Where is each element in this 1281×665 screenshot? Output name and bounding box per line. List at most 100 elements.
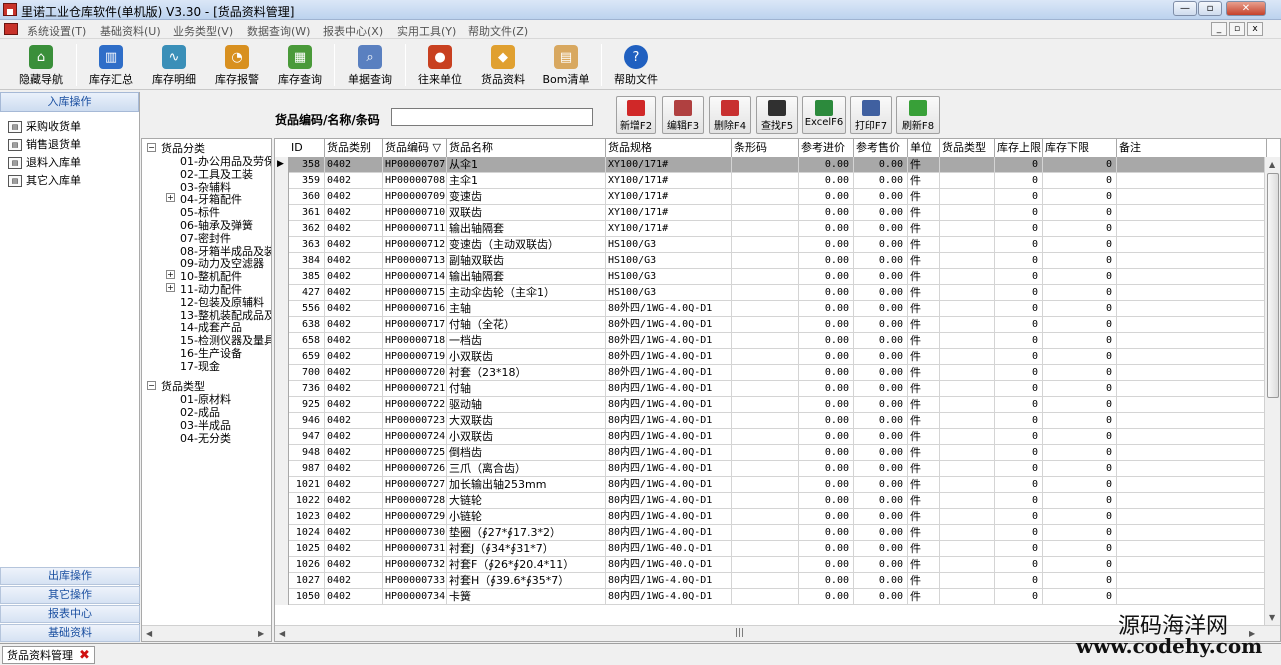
cell-id[interactable]: 947 (289, 429, 325, 445)
cell-code[interactable]: HP00000732 (383, 557, 447, 573)
cell-type[interactable] (940, 349, 995, 365)
cell-barcode[interactable] (732, 445, 799, 461)
cell-remark[interactable] (1117, 541, 1267, 557)
table-row[interactable]: 360 0402 HP00000709 变速齿 XY100/171# 0.00 0.00 件 0… (275, 189, 1267, 205)
cell-code[interactable]: HP00000733 (383, 573, 447, 589)
cell-spec[interactable]: 80内四/1WG-4.0Q-D1 (606, 397, 732, 413)
cell-spec[interactable]: 80外四/1WG-4.0Q-D1 (606, 365, 732, 381)
cell-cost[interactable]: 0.00 (799, 429, 854, 445)
cell-min[interactable]: 0 (1043, 349, 1117, 365)
cell-name[interactable]: 输出轴隔套 (447, 269, 606, 285)
scroll-grip[interactable]: ||| (735, 628, 744, 638)
row-indicator[interactable] (275, 461, 289, 477)
cell-code[interactable]: HP00000728 (383, 493, 447, 509)
cell-remark[interactable] (1117, 301, 1267, 317)
find-button[interactable]: 查找F5 (756, 96, 798, 134)
cell-cost[interactable]: 0.00 (799, 221, 854, 237)
search-input[interactable] (391, 108, 593, 126)
cell-max[interactable]: 0 (995, 477, 1043, 493)
cell-type[interactable] (940, 493, 995, 509)
cell-spec[interactable]: XY100/171# (606, 221, 732, 237)
cell-name[interactable]: 衬套H（∮39.6*∮35*7） (447, 573, 606, 589)
table-row[interactable]: 658 0402 HP00000718 一档齿 80外四/1WG-4.0Q-D1 0.00… (275, 333, 1267, 349)
cell-id[interactable]: 362 (289, 221, 325, 237)
table-row[interactable]: 946 0402 HP00000723 大双联齿 80内四/1WG-4.0Q-D1 0.0… (275, 413, 1267, 429)
cell-max[interactable]: 0 (995, 285, 1043, 301)
cell-name[interactable]: 衬套F（∮26*∮20.4*11） (447, 557, 606, 573)
cell-remark[interactable] (1117, 493, 1267, 509)
cell-min[interactable]: 0 (1043, 365, 1117, 381)
cell-unit[interactable]: 件 (908, 189, 940, 205)
cell-min[interactable]: 0 (1043, 493, 1117, 509)
tree-type-node[interactable]: 04-无分类 (180, 430, 231, 446)
cell-id[interactable]: 358 (289, 157, 325, 173)
cell-remark[interactable] (1117, 365, 1267, 381)
cell-id[interactable]: 427 (289, 285, 325, 301)
nav-header-basic-data[interactable]: 基础资料 (0, 624, 140, 642)
cell-barcode[interactable] (732, 205, 799, 221)
cell-remark[interactable] (1117, 157, 1267, 173)
help-button[interactable]: ? 帮助文件 (609, 43, 663, 88)
header-col-name[interactable]: 货品名称 (447, 139, 606, 157)
cell-category[interactable]: 0402 (325, 237, 383, 253)
table-row[interactable]: 1021 0402 HP00000727 加长输出轴253mm 80内四/1WG-4.0… (275, 477, 1267, 493)
cell-max[interactable]: 0 (995, 205, 1043, 221)
cell-cost[interactable]: 0.00 (799, 461, 854, 477)
cell-max[interactable]: 0 (995, 493, 1043, 509)
cell-type[interactable] (940, 445, 995, 461)
table-row[interactable]: 384 0402 HP00000713 副轴双联齿 HS100/G3 0.00 0.00 件 0… (275, 253, 1267, 269)
table-row[interactable]: 948 0402 HP00000725 倒档齿 80内四/1WG-4.0Q-D1 0.00… (275, 445, 1267, 461)
cell-min[interactable]: 0 (1043, 173, 1117, 189)
cell-type[interactable] (940, 173, 995, 189)
cell-cost[interactable]: 0.00 (799, 157, 854, 173)
cell-max[interactable]: 0 (995, 381, 1043, 397)
cell-category[interactable]: 0402 (325, 333, 383, 349)
cell-barcode[interactable] (732, 333, 799, 349)
cell-remark[interactable] (1117, 445, 1267, 461)
cell-barcode[interactable] (732, 221, 799, 237)
row-indicator[interactable] (275, 269, 289, 285)
header-col-barcode[interactable]: 条形码 (732, 139, 799, 157)
cell-name[interactable]: 一档齿 (447, 333, 606, 349)
table-row[interactable]: 359 0402 HP00000708 主伞1 XY100/171# 0.00 0.00 件 0… (275, 173, 1267, 189)
cell-name[interactable]: 衬套J（∮34*∮31*7） (447, 541, 606, 557)
cell-cost[interactable]: 0.00 (799, 477, 854, 493)
tree-expand-icon[interactable]: + (166, 193, 175, 203)
cell-id[interactable]: 1027 (289, 573, 325, 589)
table-row[interactable]: 363 0402 HP00000712 变速齿（主动双联齿） HS100/G3 0.00 0… (275, 237, 1267, 253)
cell-code[interactable]: HP00000730 (383, 525, 447, 541)
cell-min[interactable]: 0 (1043, 477, 1117, 493)
header-col-min[interactable]: 库存下限 (1043, 139, 1117, 157)
cell-remark[interactable] (1117, 381, 1267, 397)
menu-app-icon[interactable] (4, 23, 18, 35)
cell-category[interactable]: 0402 (325, 285, 383, 301)
cell-remark[interactable] (1117, 525, 1267, 541)
cell-category[interactable]: 0402 (325, 221, 383, 237)
cell-spec[interactable]: XY100/171# (606, 157, 732, 173)
delete-button[interactable]: 删除F4 (709, 96, 751, 134)
stock-detail-button[interactable]: ∿ 库存明细 (147, 43, 201, 88)
cell-min[interactable]: 0 (1043, 509, 1117, 525)
table-row[interactable]: 1024 0402 HP00000730 垫圈（∮27*∮17.3*2） 80内四/1W… (275, 525, 1267, 541)
cell-id[interactable]: 363 (289, 237, 325, 253)
cell-price[interactable]: 0.00 (854, 541, 908, 557)
cell-id[interactable]: 556 (289, 301, 325, 317)
cell-cost[interactable]: 0.00 (799, 525, 854, 541)
cell-name[interactable]: 小双联齿 (447, 349, 606, 365)
cell-type[interactable] (940, 541, 995, 557)
mdi-close-button[interactable]: x (1247, 22, 1263, 36)
cell-unit[interactable]: 件 (908, 301, 940, 317)
cell-min[interactable]: 0 (1043, 285, 1117, 301)
cell-remark[interactable] (1117, 205, 1267, 221)
cell-code[interactable]: HP00000712 (383, 237, 447, 253)
cell-min[interactable]: 0 (1043, 557, 1117, 573)
row-indicator[interactable] (275, 285, 289, 301)
cell-cost[interactable]: 0.00 (799, 413, 854, 429)
cell-remark[interactable] (1117, 397, 1267, 413)
row-indicator[interactable] (275, 381, 289, 397)
cell-name[interactable]: 从伞1 (447, 157, 606, 173)
cell-max[interactable]: 0 (995, 557, 1043, 573)
tree-expand-icon[interactable]: + (166, 283, 175, 292)
scroll-left-icon[interactable]: ◀ (146, 629, 152, 638)
cell-name[interactable]: 主轴 (447, 301, 606, 317)
